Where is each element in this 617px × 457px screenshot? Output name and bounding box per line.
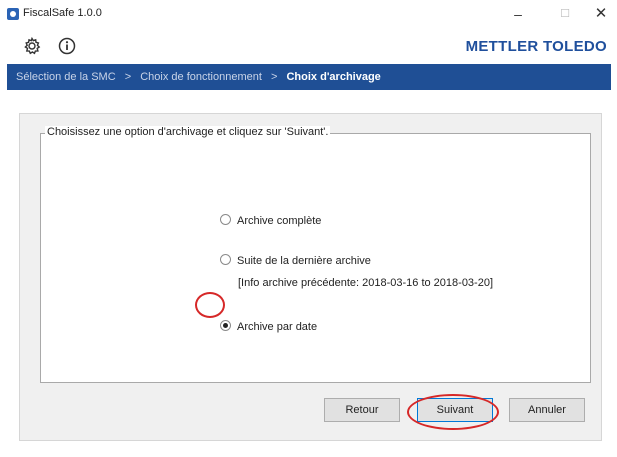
breadcrumb-separator: >	[124, 71, 132, 83]
option-archive-by-date-label: Archive par date	[237, 321, 318, 333]
app-icon	[7, 8, 19, 20]
maximize-button[interactable]: ☐	[550, 4, 580, 24]
radio-continue-archive[interactable]	[220, 254, 231, 265]
annotation-circle-next	[407, 394, 499, 430]
brand-logo: METTLER TOLEDO	[465, 38, 607, 55]
breadcrumb-step-smc[interactable]: Sélection de la SMC	[16, 71, 116, 83]
previous-archive-info: [Info archive précédente: 2018-03-16 to …	[238, 277, 494, 289]
option-archive-by-date[interactable]: Archive par date	[220, 320, 317, 333]
breadcrumb-step-mode[interactable]: Choix de fonctionnement	[140, 71, 262, 83]
gear-icon[interactable]	[22, 36, 42, 56]
title-bar: FiscalSafe 1.0.0 – ☐ ✕	[0, 0, 617, 30]
back-button[interactable]: Retour	[324, 398, 400, 422]
close-button[interactable]: ✕	[586, 4, 616, 24]
breadcrumb-separator: >	[270, 71, 278, 83]
group-legend: Choisissez une option d'archivage et cli…	[45, 126, 331, 138]
toolbar: METTLER TOLEDO	[0, 30, 617, 62]
option-full-archive-label: Archive complète	[237, 215, 322, 227]
radio-full-archive[interactable]	[220, 214, 231, 225]
minimize-button[interactable]: –	[503, 4, 533, 24]
breadcrumb: Sélection de la SMC > Choix de fonctionn…	[7, 64, 611, 90]
cancel-button[interactable]: Annuler	[509, 398, 585, 422]
archive-options-group: Choisissez une option d'archivage et cli…	[40, 126, 591, 383]
window-title: FiscalSafe 1.0.0	[23, 7, 102, 19]
option-continue-archive[interactable]: Suite de la dernière archive	[220, 254, 371, 267]
info-icon[interactable]	[57, 36, 77, 56]
content-panel: Choisissez une option d'archivage et cli…	[19, 113, 602, 441]
option-continue-archive-label: Suite de la dernière archive	[237, 255, 371, 267]
radio-archive-by-date[interactable]	[220, 320, 231, 331]
breadcrumb-step-archive: Choix d'archivage	[286, 71, 381, 83]
annotation-circle-radio	[195, 292, 225, 318]
app-window: FiscalSafe 1.0.0 – ☐ ✕ METTLER TOLEDO Sé…	[0, 0, 617, 457]
option-full-archive[interactable]: Archive complète	[220, 214, 321, 227]
